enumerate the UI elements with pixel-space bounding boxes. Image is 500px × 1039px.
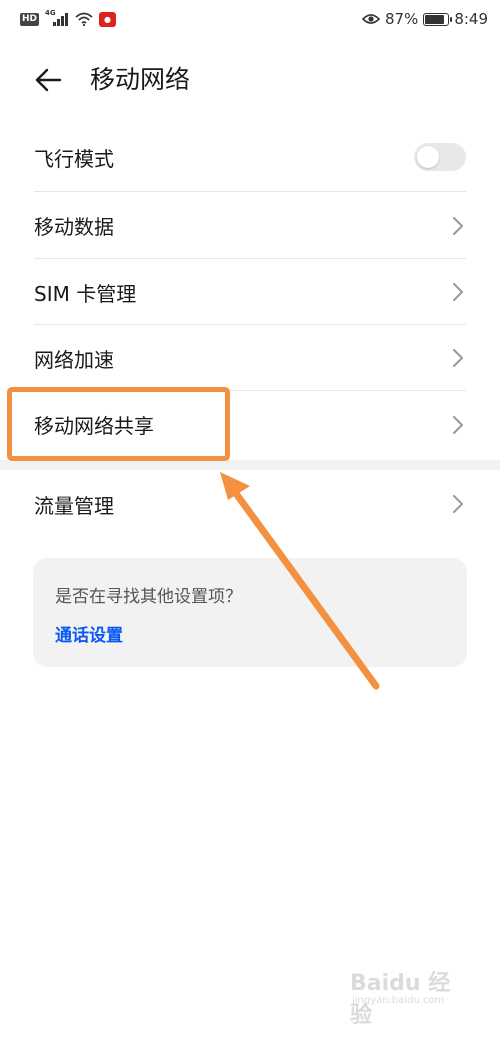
menu-item-label: 流量管理 <box>34 493 114 518</box>
back-button[interactable] <box>28 62 68 98</box>
chevron-right-icon <box>450 494 466 514</box>
chevron-right-icon <box>450 415 466 435</box>
status-right: 87% 8:49 <box>361 9 488 29</box>
chevron-right-icon <box>450 348 466 368</box>
menu-item-tethering[interactable]: 移动网络共享 <box>34 391 466 458</box>
menu-item-airplane-mode[interactable]: 飞行模式 <box>34 122 466 192</box>
suggestion-card: 是否在寻找其他设置项？ 通话设置 <box>33 558 467 667</box>
call-settings-link[interactable]: 通话设置 <box>55 621 123 646</box>
menu-item-label: SIM 卡管理 <box>34 281 137 306</box>
menu-item-label: 网络加速 <box>34 347 114 372</box>
section-separator <box>0 460 500 470</box>
toggle-knob <box>417 146 439 168</box>
clock: 8:49 <box>454 10 488 28</box>
watermark-url: jingyan.baidu.com <box>352 995 445 1006</box>
baidu-jingyan-watermark: Baidu 经验 jingyan.baidu.com <box>350 957 470 1028</box>
eye-comfort-icon <box>361 14 380 24</box>
network-type-label: 4G <box>45 9 56 17</box>
menu-item-data-usage[interactable]: 流量管理 <box>34 470 466 538</box>
menu-item-sim-management[interactable]: SIM 卡管理 <box>34 259 466 325</box>
chevron-right-icon <box>450 282 466 302</box>
menu-item-label: 移动网络共享 <box>34 414 154 438</box>
menu-item-mobile-data[interactable]: 移动数据 <box>34 192 466 259</box>
app-notification-icon: ● <box>99 11 117 27</box>
page-title: 移动网络 <box>90 65 191 94</box>
suggestion-question: 是否在寻找其他设置项？ <box>55 587 242 607</box>
wifi-icon <box>75 12 93 26</box>
title-bar: 移动网络 <box>0 48 500 112</box>
menu-item-label: 移动数据 <box>34 215 114 239</box>
cellular-signal-icon: 4G <box>45 9 69 27</box>
menu-item-network-boost[interactable]: 网络加速 <box>34 325 466 391</box>
menu-item-label: 飞行模式 <box>34 146 114 171</box>
battery-icon <box>423 12 453 26</box>
chevron-right-icon <box>450 216 466 236</box>
arrow-left-icon <box>35 68 62 92</box>
status-left: HD 4G ● <box>20 9 117 28</box>
airplane-mode-toggle[interactable] <box>414 143 466 171</box>
status-bar: HD 4G ● 87% 8:49 <box>0 0 500 40</box>
hd-icon: HD <box>20 12 40 26</box>
battery-percent: 87% <box>384 10 419 28</box>
